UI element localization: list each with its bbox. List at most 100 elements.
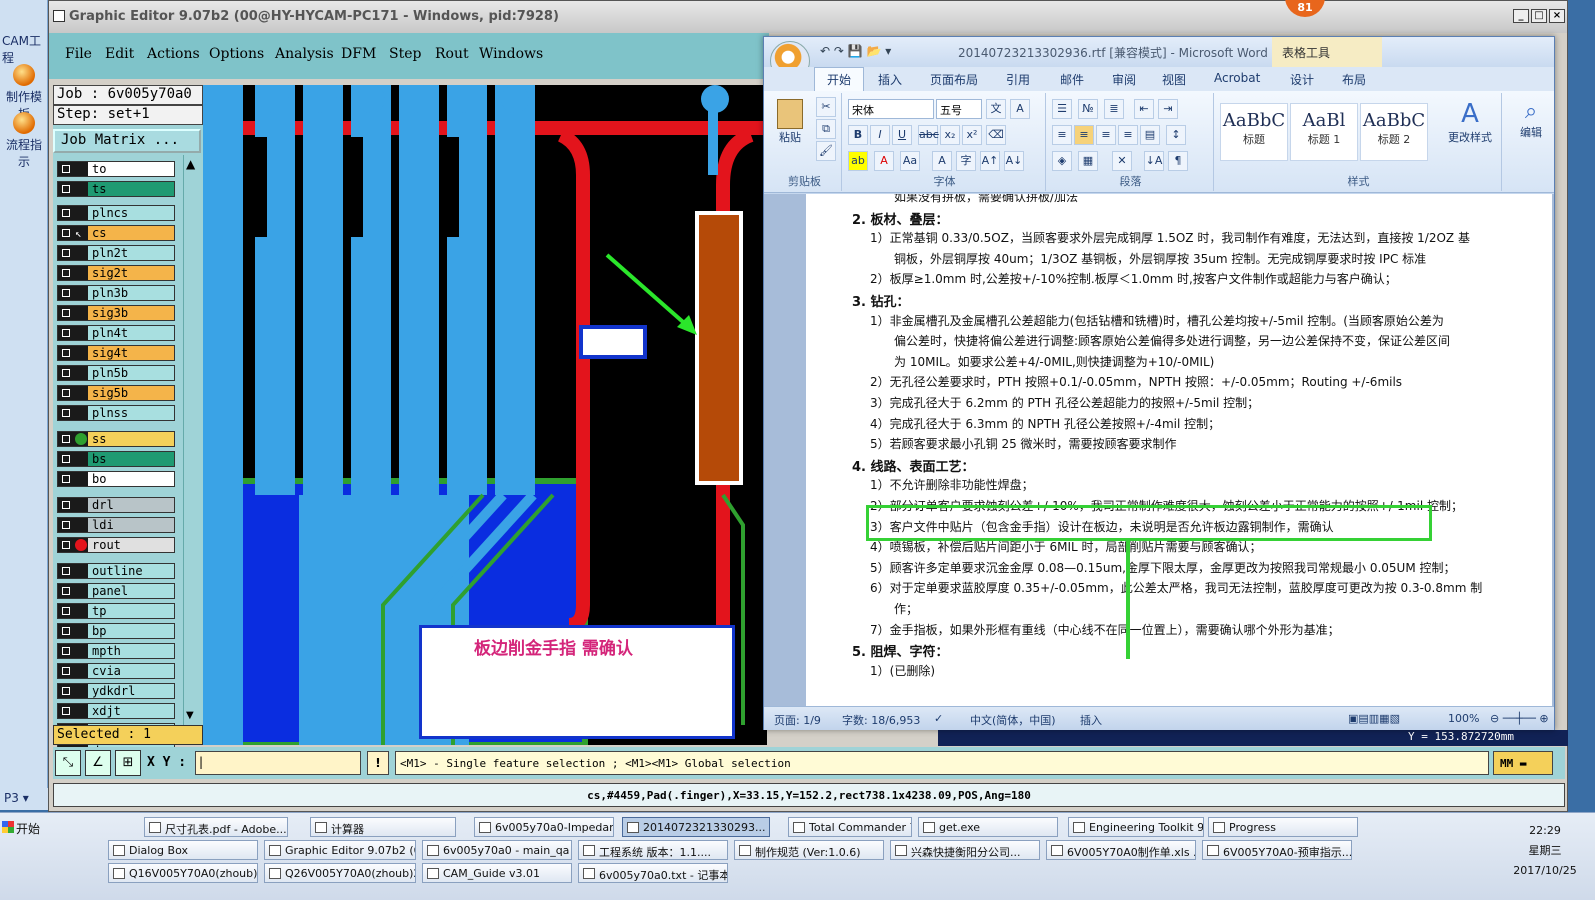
- layer-checkbox[interactable]: [58, 162, 88, 176]
- tab-references[interactable]: 引用: [1006, 71, 1030, 88]
- units-select[interactable]: MM ▬: [1493, 751, 1553, 775]
- close-button[interactable]: ×: [1549, 9, 1565, 23]
- show-marks-icon[interactable]: ¶: [1168, 151, 1188, 171]
- tab-design[interactable]: 设计: [1290, 71, 1314, 88]
- layer-row[interactable]: plncs: [57, 205, 175, 221]
- tab-insert[interactable]: 插入: [878, 71, 902, 88]
- layer-scrollbar[interactable]: ▲ ▼: [183, 155, 199, 725]
- clear-format-icon[interactable]: ⌫: [986, 125, 1006, 145]
- ge-titlebar[interactable]: Graphic Editor 9.07b2 (00@HY-HYCAM-PC171…: [49, 1, 1567, 33]
- menu-options[interactable]: Options: [209, 46, 264, 62]
- zoom-level[interactable]: 100%: [1448, 712, 1479, 725]
- multilevel-icon[interactable]: ≣: [1104, 99, 1124, 119]
- taskbar-button[interactable]: Engineering Toolkit 9.0...: [1068, 817, 1204, 837]
- maximize-button[interactable]: □: [1531, 9, 1547, 23]
- format-painter-icon[interactable]: 🖌: [816, 141, 836, 161]
- line-spacing-icon[interactable]: ↕: [1166, 125, 1186, 145]
- alert-icon[interactable]: !: [367, 751, 389, 775]
- change-case-icon[interactable]: Aa: [900, 151, 920, 171]
- job-matrix-button[interactable]: Job Matrix ...: [53, 129, 201, 153]
- font-size-select[interactable]: 五号: [936, 99, 982, 119]
- taskbar-button[interactable]: Progress: [1208, 817, 1358, 837]
- scroll-up-icon[interactable]: ▲: [186, 157, 196, 171]
- font-color-icon[interactable]: A: [874, 151, 894, 171]
- layer-checkbox[interactable]: [58, 664, 88, 678]
- pcb-canvas[interactable]: 板边削金手指 需确认: [203, 85, 767, 745]
- zoom-fit-icon[interactable]: ⤡: [55, 750, 81, 776]
- taskbar-button[interactable]: CAM_Guide v3.01: [422, 863, 572, 883]
- cut-icon[interactable]: ✂: [816, 97, 836, 117]
- layer-row[interactable]: xdjt: [57, 703, 175, 719]
- font-name-select[interactable]: 宋体: [848, 99, 934, 119]
- menu-dfm[interactable]: DFM: [341, 46, 376, 62]
- layer-checkbox[interactable]: [58, 406, 88, 420]
- layer-row[interactable]: outline: [57, 563, 175, 579]
- layer-row[interactable]: panel: [57, 583, 175, 599]
- layer-row[interactable]: mpth: [57, 643, 175, 659]
- bold-icon[interactable]: B: [848, 125, 868, 145]
- taskbar-button[interactable]: Q16V005Y70A0(zhoub)2...: [108, 863, 258, 883]
- menu-analysis[interactable]: Analysis: [275, 46, 334, 62]
- layer-row[interactable]: ts: [57, 181, 175, 197]
- align-left-icon[interactable]: ≡: [1052, 125, 1072, 145]
- layer-checkbox[interactable]: [58, 182, 88, 196]
- word-titlebar[interactable]: ↶ ↷ 💾 📂 ▾ 20140723213302936.rtf [兼容模式] -…: [764, 37, 1554, 81]
- page-count[interactable]: 页面: 1/9: [774, 712, 821, 728]
- menu-edit[interactable]: Edit: [105, 46, 134, 62]
- quick-access-icons[interactable]: ↶ ↷ 💾 📂 ▾: [820, 44, 891, 58]
- taskbar-button[interactable]: Graphic Editor 9.07b2 (0...: [264, 840, 416, 860]
- borders-icon[interactable]: ▦: [1078, 151, 1098, 171]
- language[interactable]: 中文(简体，中国): [970, 712, 1056, 728]
- grid-icon[interactable]: ⊞: [115, 750, 141, 776]
- underline-icon[interactable]: U: [892, 125, 912, 145]
- menu-rout[interactable]: Rout: [435, 46, 469, 62]
- view-buttons[interactable]: ▣▤▥▦▧: [1348, 712, 1400, 725]
- layer-checkbox[interactable]: [58, 498, 88, 512]
- layer-checkbox[interactable]: [58, 584, 88, 598]
- decrease-indent-icon[interactable]: ⇤: [1134, 99, 1154, 119]
- layer-checkbox[interactable]: [58, 704, 88, 718]
- edit-button[interactable]: ⌕ 编辑: [1512, 99, 1550, 140]
- layer-row[interactable]: pln3b: [57, 285, 175, 301]
- distribute-icon[interactable]: ▤: [1140, 125, 1160, 145]
- layer-row[interactable]: ↖ cs: [57, 225, 175, 241]
- taskbar-button[interactable]: 尺寸孔表.pdf - Adobe...: [144, 817, 288, 837]
- layer-row[interactable]: pln4t: [57, 325, 175, 341]
- taskbar-button[interactable]: get.exe: [918, 817, 1058, 837]
- char-border-icon[interactable]: A: [1010, 99, 1030, 119]
- tab-view[interactable]: 视图: [1162, 71, 1186, 88]
- layer-row[interactable]: tp: [57, 603, 175, 619]
- copy-icon[interactable]: ⧉: [816, 119, 836, 139]
- layer-checkbox[interactable]: [58, 206, 88, 220]
- char-shading-icon[interactable]: A: [932, 151, 952, 171]
- layer-checkbox[interactable]: [58, 604, 88, 618]
- menu-windows[interactable]: Windows: [479, 46, 543, 62]
- layer-row[interactable]: to: [57, 161, 175, 177]
- layer-row[interactable]: pln5b: [57, 365, 175, 381]
- justify-icon[interactable]: ≡: [1118, 125, 1138, 145]
- xy-input[interactable]: |: [195, 751, 361, 775]
- taskbar-button[interactable]: 6V005Y70A0-预审指示...: [1202, 840, 1352, 860]
- layer-row[interactable]: bp: [57, 623, 175, 639]
- enclose-char-icon[interactable]: 字: [956, 151, 976, 171]
- p3-selector[interactable]: P3 ▾: [0, 788, 48, 810]
- increase-indent-icon[interactable]: ⇥: [1158, 99, 1178, 119]
- phonetic-icon[interactable]: 文: [986, 99, 1006, 119]
- grow-font-icon[interactable]: A↑: [980, 151, 1000, 171]
- layer-checkbox[interactable]: [58, 518, 88, 532]
- sort-icon[interactable]: ↓A: [1144, 151, 1164, 171]
- align-right-icon[interactable]: ≡: [1096, 125, 1116, 145]
- taskbar-button[interactable]: Total Commander 7.0 ...: [788, 817, 912, 837]
- layer-row[interactable]: cvia: [57, 663, 175, 679]
- layer-checkbox[interactable]: [58, 366, 88, 380]
- layer-checkbox[interactable]: [58, 346, 88, 360]
- tab-review[interactable]: 审阅: [1112, 71, 1136, 88]
- proofing-icon[interactable]: ✓: [934, 712, 943, 725]
- layer-row[interactable]: bo: [57, 471, 175, 487]
- layer-checkbox[interactable]: [58, 644, 88, 658]
- layer-checkbox[interactable]: [58, 624, 88, 638]
- italic-icon[interactable]: I: [870, 125, 890, 145]
- tab-home[interactable]: 开始: [814, 67, 865, 91]
- taskbar-button[interactable]: 6v005y70a0 - main_qa: [422, 840, 572, 860]
- layer-checkbox[interactable]: [58, 386, 88, 400]
